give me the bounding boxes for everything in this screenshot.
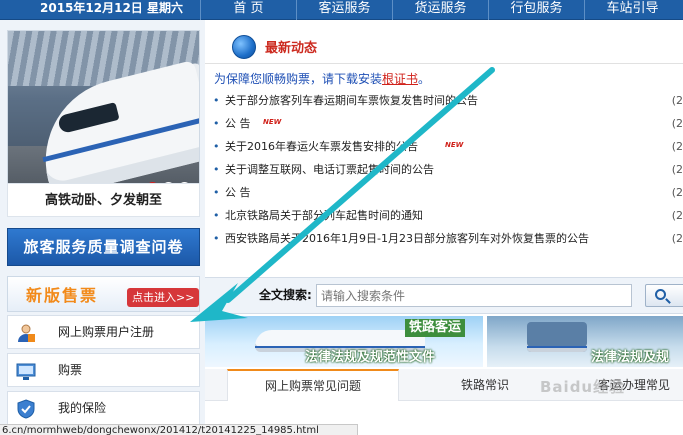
menu-label: 购票 (58, 363, 83, 377)
news-item[interactable]: • 关于2016年春运火车票发售安排的公告 NEW (2 (213, 137, 683, 160)
bullet-icon: • (213, 94, 220, 107)
latest-news-panel: 最新动态 为保障您顺畅购票，请下载安装根证书。 • 关于部分旅客列车春运期间车票恢… (205, 20, 683, 265)
enter-button[interactable]: 点击进入>> (127, 288, 200, 307)
search-button[interactable] (645, 284, 683, 307)
news-item-date: (2 (671, 94, 683, 107)
tab-railway-knowledge[interactable]: 铁路常识 (445, 369, 525, 401)
news-item[interactable]: • 关于部分旅客列车春运期间车票恢复发售时间的公告 (2 (213, 91, 683, 114)
law-banner-title: 法律法规及规 (591, 350, 670, 365)
bullet-icon: • (213, 232, 220, 245)
search-icon (655, 289, 666, 300)
new-ticketing-title: 新版售票 (26, 286, 99, 305)
nav-home[interactable]: 首 页 (200, 0, 296, 20)
page: { "topbar": { "date": "2015年12月12日 星期六",… (0, 0, 683, 435)
certificate-notice: 为保障您顺畅购票，请下载安装根证书。 (214, 70, 430, 87)
tab-online-ticket-faq[interactable]: 网上购票常见问题 (227, 369, 399, 401)
menu-user-register[interactable]: 网上购票用户注册 (7, 315, 200, 349)
fulltext-search-bar: 全文搜索: (205, 277, 683, 314)
root-certificate-link[interactable]: 根证书 (382, 72, 418, 86)
bullet-icon: • (213, 163, 220, 176)
search-label: 全文搜索: (259, 288, 312, 302)
menu-label: 我的保险 (58, 401, 107, 415)
news-list: • 关于部分旅客列车春运期间车票恢复发售时间的公告 (2 • 公 告 NEW (2 • 关于… (213, 91, 683, 252)
news-item[interactable]: • 北京铁路局关于部分列车起售时间的通知 (2 (213, 206, 683, 229)
notice-end: 。 (418, 72, 431, 86)
news-item[interactable]: • 公 告 NEW (2 (213, 114, 683, 137)
news-item-title[interactable]: 北京铁路局关于部分列车起售时间的通知 (225, 206, 423, 226)
menu-label: 网上购票用户注册 (58, 325, 155, 339)
locomotive-image (527, 322, 587, 352)
left-sidebar: 1 2 3 高铁动卧、夕发朝至 旅客服务质量调查问卷 新版售票 点击进入>> 网… (0, 20, 205, 435)
news-item-date: (2 (671, 140, 683, 153)
nav-station-guide[interactable]: 车站引导 (584, 0, 680, 20)
news-item-date: (2 (671, 232, 683, 245)
browser-status-bar: 6.cn/mormhweb/dongchewonx/201412/t201412… (0, 424, 358, 435)
news-item-title[interactable]: 公 告 (225, 114, 251, 134)
current-date: 2015年12月12日 星期六 (40, 1, 183, 15)
bullet-icon: • (213, 186, 220, 199)
news-item-date: (2 (671, 209, 683, 222)
news-item[interactable]: • 公 告 (2 (213, 183, 683, 206)
news-item[interactable]: • 西安铁路局关于2016年1月9日-1月23日部分旅客列车对外恢复售票的公告 (2 (213, 229, 683, 252)
user-register-icon (18, 324, 35, 342)
banner-caption[interactable]: 高铁动卧、夕发朝至 (7, 183, 200, 217)
banner-carousel[interactable]: 1 2 3 (7, 30, 200, 202)
notice-text: 为保障您顺畅购票，请下载安装 (214, 72, 383, 86)
news-item-title[interactable]: 关于2016年春运火车票发售安排的公告 (225, 137, 418, 157)
news-item-title[interactable]: 关于调整互联网、电话订票起售时间的公告 (225, 160, 434, 180)
main-nav: 首 页 客运服务 货运服务 行包服务 车站引导 (200, 0, 680, 20)
news-item[interactable]: • 关于调整互联网、电话订票起售时间的公告 (2 (213, 160, 683, 183)
news-item-date: (2 (671, 163, 683, 176)
bullet-icon: • (213, 140, 220, 153)
survey-button[interactable]: 旅客服务质量调查问卷 (7, 228, 200, 266)
ticket-screen-icon (16, 363, 36, 380)
news-title: 最新动态 (265, 41, 318, 56)
news-item-date: (2 (671, 186, 683, 199)
menu-my-insurance[interactable]: 我的保险 (7, 391, 200, 425)
law-banner-tag: 铁路客运 (405, 319, 466, 337)
insurance-shield-icon (17, 399, 35, 419)
bullet-icon: • (213, 209, 220, 222)
new-badge: NEW (263, 118, 282, 126)
search-input[interactable] (316, 284, 632, 307)
law-banner-title: 法律法规及规范性文件 (305, 350, 436, 365)
globe-icon (232, 35, 256, 59)
news-item-title[interactable]: 西安铁路局关于2016年1月9日-1月23日部分旅客列车对外恢复售票的公告 (225, 229, 589, 249)
news-item-title[interactable]: 公 告 (225, 183, 251, 203)
new-ticketing-panel[interactable]: 新版售票 点击进入>> (7, 276, 200, 312)
top-nav-bar: 2015年12月12日 星期六 首 页 客运服务 货运服务 行包服务 车站引导 (0, 0, 683, 20)
train-windshield (57, 102, 120, 135)
news-item-date: (2 (671, 117, 683, 130)
news-item-title[interactable]: 关于部分旅客列车春运期间车票恢复发售时间的公告 (225, 91, 478, 111)
nav-passenger-service[interactable]: 客运服务 (296, 0, 392, 20)
new-badge: NEW (445, 141, 464, 149)
news-divider (205, 63, 683, 64)
nav-luggage-service[interactable]: 行包服务 (488, 0, 584, 20)
menu-buy-ticket[interactable]: 购票 (7, 353, 200, 387)
law-banner-freight[interactable]: 法律法规及规 (487, 316, 683, 367)
nav-freight-service[interactable]: 货运服务 (392, 0, 488, 20)
tab-passenger-faq[interactable]: 客运办理常见 (585, 369, 683, 401)
bullet-icon: • (213, 117, 220, 130)
law-banner-passenger[interactable]: 铁路客运 法律法规及规范性文件 (205, 316, 483, 367)
faq-tabs: 网上购票常见问题 铁路常识 客运办理常见 (205, 369, 683, 401)
